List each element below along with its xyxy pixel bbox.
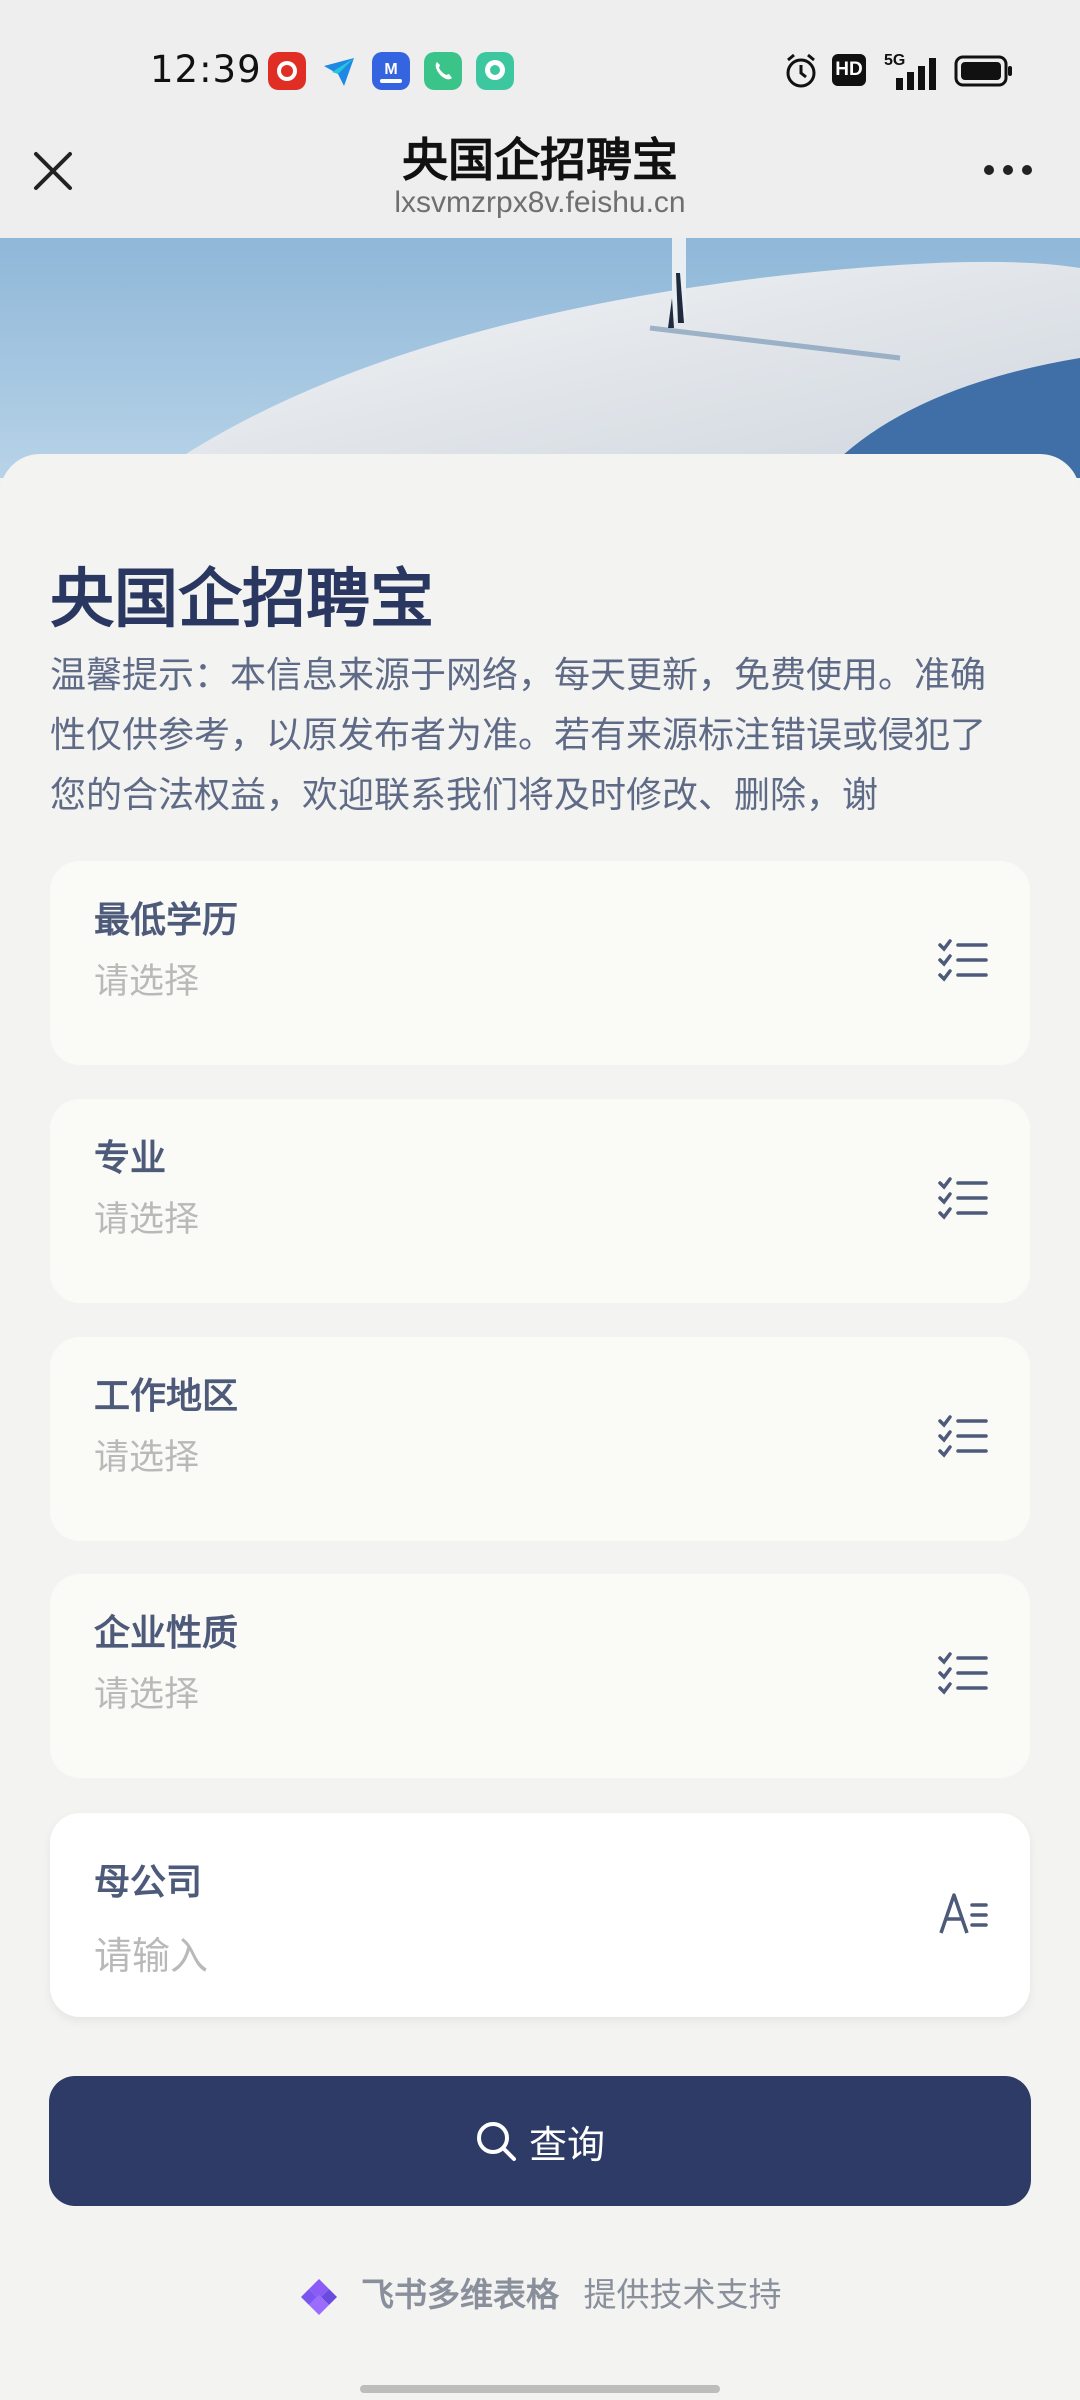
field-major[interactable]: 专业 请选择 — [50, 1099, 1030, 1303]
svg-text:M: M — [384, 61, 397, 78]
pdd-icon — [268, 52, 306, 90]
m-app-icon: M — [372, 52, 410, 90]
browser-nav-bar: 央国企招聘宝 lxsvmzrpx8v.feishu.cn — [0, 110, 1080, 238]
query-button[interactable]: 查询 — [49, 2076, 1031, 2206]
footer-brand[interactable]: 飞书多维表格 — [361, 2275, 559, 2314]
page-title: 央国企招聘宝 — [402, 133, 678, 187]
field-label: 专业 — [94, 1138, 167, 1179]
hd-icon: HD — [832, 54, 866, 86]
field-label: 企业性质 — [94, 1613, 239, 1654]
phone-icon — [424, 52, 462, 90]
battery-icon — [954, 55, 1012, 87]
list-select-icon — [938, 1652, 988, 1695]
field-placeholder: 请选择 — [94, 962, 200, 1002]
field-parent-company[interactable]: 母公司 请输入 — [50, 1813, 1030, 2017]
field-work-region[interactable]: 工作地区 请选择 — [50, 1337, 1030, 1541]
page-url: lxsvmzrpx8v.feishu.cn — [394, 186, 686, 219]
more-options-icon[interactable] — [984, 160, 1044, 180]
search-icon — [477, 2122, 516, 2161]
field-placeholder: 请选择 — [94, 1438, 200, 1478]
list-select-icon — [938, 1177, 988, 1220]
field-placeholder: 请选择 — [94, 1200, 200, 1240]
field-label: 工作地区 — [94, 1376, 239, 1417]
form-title: 央国企招聘宝 — [50, 563, 434, 637]
alarm-icon — [786, 53, 816, 88]
field-education[interactable]: 最低学历 请选择 — [50, 861, 1030, 1065]
footer-text: 提供技术支持 — [583, 2275, 782, 2314]
text-input-icon — [939, 1893, 988, 1934]
list-select-icon — [938, 1415, 988, 1458]
list-select-icon — [938, 939, 988, 982]
notice-text: 温馨提示：本信息来源于网络，每天更新，免费使用。准确性仅供参考，以原发布者为准。… — [50, 655, 987, 816]
field-label: 母公司 — [94, 1862, 203, 1903]
chat-icon — [476, 52, 514, 90]
footer: 飞书多维表格 提供技术支持 — [0, 2268, 1080, 2317]
field-input-placeholder[interactable]: 请输入 — [94, 1925, 208, 1980]
status-time: 12:39 — [150, 48, 262, 91]
banner-image — [0, 238, 1080, 478]
query-button-label: 查询 — [529, 2123, 606, 2167]
field-company-type[interactable]: 企业性质 请选择 — [50, 1574, 1030, 1778]
feishu-base-logo-icon — [300, 2278, 337, 2315]
home-indicator[interactable] — [360, 2385, 720, 2393]
5g-signal-icon: 5G — [884, 52, 944, 90]
feishu-icon — [324, 58, 354, 86]
field-label: 最低学历 — [94, 900, 239, 941]
field-placeholder: 请选择 — [94, 1675, 200, 1715]
